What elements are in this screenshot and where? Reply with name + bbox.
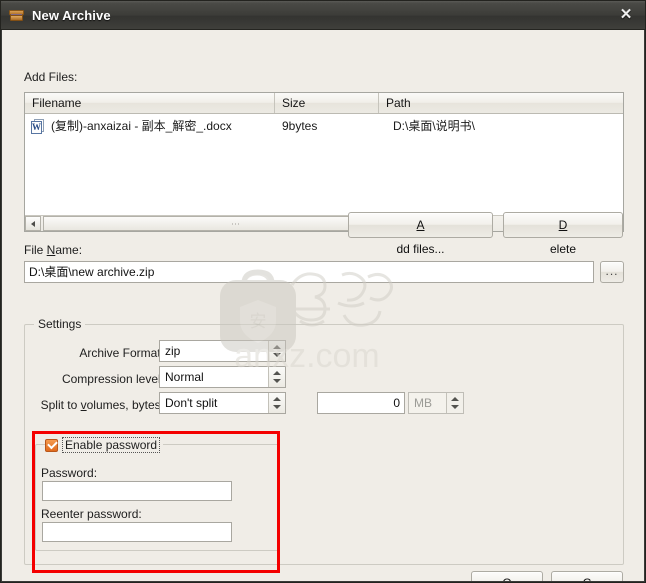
cancel-button-mnemonic: C [552,572,622,581]
filename-text: (复制)-anxaizai - 副本_解密_.docx [51,119,232,133]
compression-level-spinner-icon[interactable] [268,367,285,387]
file-name-input[interactable]: D:\桌面\new archive.zip [24,261,594,283]
split-volumes-spinner-icon[interactable] [268,393,285,413]
table-row[interactable]: W (复制)-anxaizai - 副本_解密_.docx 9bytes D:\… [25,114,623,138]
file-name-label-prefix: File [24,243,47,257]
new-archive-window: New Archive ✕ 安 anxz.com Add Files: File… [0,0,646,583]
archive-format-value: zip [165,344,181,358]
add-files-label: Add Files: [24,70,78,84]
file-name-label-suffix: ame: [55,243,83,257]
file-list[interactable]: Filename Size Path W (复制)-anxaizai - 副本_… [24,92,624,232]
file-name-label: File Name: [24,243,82,257]
close-icon[interactable]: ✕ [617,6,635,24]
enable-password-checkbox[interactable] [45,438,58,452]
settings-group-title: Settings [34,317,86,331]
cell-path: D:\桌面\说明书\ [393,119,476,133]
split-volumes-value: Don't split [165,396,218,410]
split-volumes-label-suffix: olumes, bytes: [86,398,164,412]
compression-level-value: Normal [165,370,204,384]
split-volumes-combo[interactable]: Don't split [159,392,286,414]
add-files-button[interactable]: Add files... [348,212,493,256]
cancel-button[interactable]: Cancel [551,571,623,581]
compression-level-label: Compression level: [61,372,164,386]
enable-password-row[interactable]: Enable password [45,436,164,454]
ok-button[interactable]: OK [471,571,543,581]
split-volumes-label: Split to volumes, bytes: [24,398,164,412]
reenter-password-label: Reenter password: [41,507,142,521]
column-header-path[interactable]: Path [379,93,623,113]
volume-unit-combo[interactable]: MB [408,392,464,414]
enable-password-label: Enable password [62,437,161,453]
volume-size-input[interactable]: 0 [317,392,405,414]
password-label: Password: [41,466,98,480]
volume-unit-spinner-icon[interactable] [446,393,463,413]
column-header-size[interactable]: Size [275,93,379,113]
archive-format-label: Archive Format: [79,346,164,360]
scroll-left-icon[interactable] [25,216,41,231]
cell-filename: W (复制)-anxaizai - 副本_解密_.docx [25,114,275,138]
reenter-password-input[interactable] [42,522,232,542]
dialog-client-area: 安 anxz.com Add Files: Filename Size Path… [2,30,644,581]
cell-size: 9bytes [282,119,318,133]
volume-unit-value: MB [414,396,432,410]
password-input[interactable] [42,481,232,501]
file-list-header: Filename Size Path [25,93,623,114]
column-header-filename[interactable]: Filename [25,93,275,113]
window-title: New Archive [32,7,111,23]
word-document-icon: W [31,118,46,134]
delete-button[interactable]: Delete [503,212,623,256]
archive-box-icon [9,7,25,23]
delete-button-label: elete [549,242,577,256]
add-files-button-mnemonic: A [416,218,425,232]
ok-button-mnemonic: O [472,572,542,581]
add-files-button-label: dd files... [396,242,445,256]
split-volumes-label-prefix: Split to [40,398,81,412]
browse-button[interactable]: ... [600,261,624,283]
delete-button-mnemonic: D [558,218,568,232]
archive-format-spinner-icon[interactable] [268,341,285,361]
compression-level-combo[interactable]: Normal [159,366,286,388]
window-titlebar[interactable]: New Archive ✕ [1,1,645,30]
archive-format-combo[interactable]: zip [159,340,286,362]
